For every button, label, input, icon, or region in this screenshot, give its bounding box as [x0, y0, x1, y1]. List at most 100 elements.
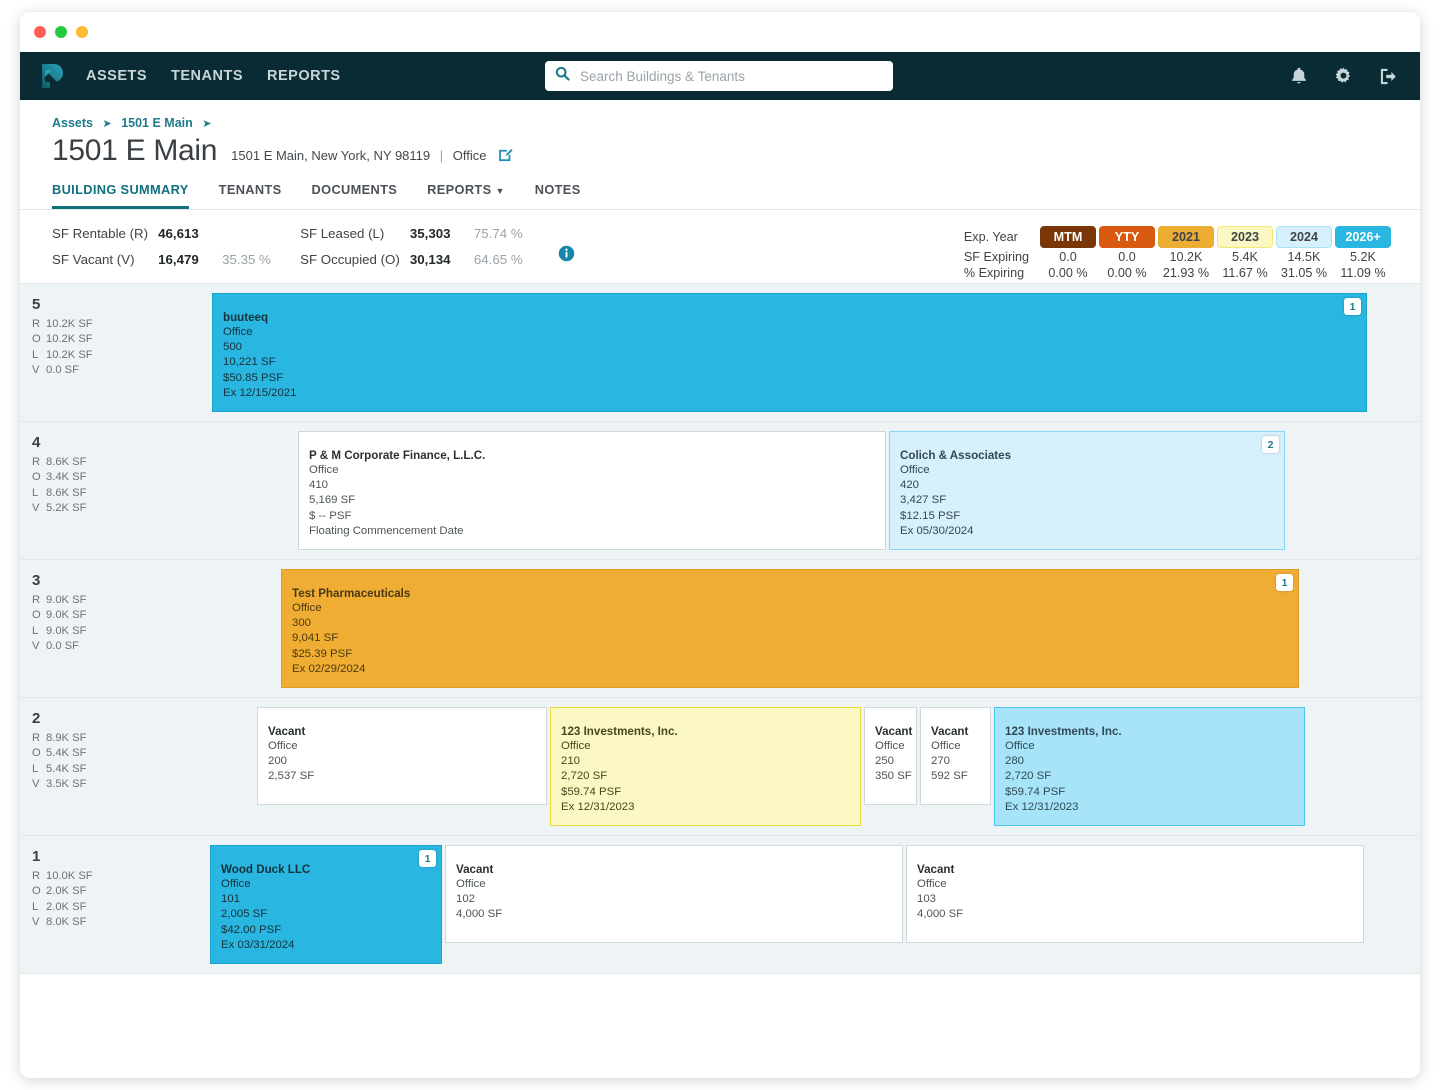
- window-maximize-button[interactable]: [55, 26, 67, 38]
- suite-tile[interactable]: Test Pharmaceuticals Office 300 9,041 SF $25…: [281, 569, 1299, 689]
- nav-link-assets[interactable]: ASSETS: [86, 68, 147, 84]
- suite-count-badge: 2: [1262, 436, 1279, 454]
- expiry-row-label-pct-expiring: % Expiring: [963, 266, 1025, 280]
- p-logo-icon[interactable]: [38, 61, 68, 91]
- stacking-plan: 5 R 10.2K SF O 10.2K SF L 10.2K SF V 0.0 SF buute…: [20, 284, 1420, 975]
- expiry-row-label-sf-expiring: SF Expiring: [963, 250, 1029, 264]
- nav-link-reports[interactable]: REPORTS: [267, 68, 341, 84]
- suite-type: Office: [456, 878, 486, 891]
- tab-tenants[interactable]: TENANTS: [219, 182, 282, 209]
- suite-rent-psf: $ -- PSF: [309, 509, 352, 522]
- expiry-chip-2024[interactable]: 2024: [1276, 226, 1332, 248]
- floor-stat-key: V: [32, 916, 40, 929]
- nav-icon-group: [1290, 67, 1398, 86]
- search-box[interactable]: [545, 61, 893, 91]
- suite-number: 280: [1005, 755, 1025, 768]
- expiry-sf-yty: 0.0: [1118, 250, 1136, 264]
- expiry-chip-2026plus[interactable]: 2026+: [1335, 226, 1391, 248]
- expiry-row-sf: SF Expiring 0.0 0.0 10.2K 5.4K 14.5K 5.2…: [964, 250, 1391, 264]
- tab-notes[interactable]: NOTES: [535, 182, 581, 209]
- suite-expiration: Ex 12/31/2023: [1005, 800, 1079, 813]
- suite-type: Office: [292, 602, 322, 615]
- search-input[interactable]: [578, 67, 883, 85]
- metric-label-sf-occupied: SF Occupied (O): [300, 252, 400, 267]
- bell-icon[interactable]: [1290, 67, 1308, 86]
- tab-label: NOTES: [534, 182, 581, 197]
- app-window: ASSETS TENANTS REPORTS Search Buildings …: [20, 12, 1420, 1078]
- suite-rent-psf: $42.00 PSF: [221, 923, 282, 936]
- suite-tile[interactable]: Wood Duck LLC Office 101 2,005 SF $42.00 PSF…: [210, 845, 442, 965]
- suite-count-badge: 1: [1344, 298, 1361, 315]
- suite-expiration: Ex 02/29/2024: [292, 662, 366, 675]
- suite-tile[interactable]: Vacant Office 102 4,000 SF: [445, 845, 903, 944]
- tab-label: DOCUMENTS: [311, 182, 398, 197]
- nav-link-tenants[interactable]: TENANTS: [171, 68, 243, 84]
- suite-square-feet: 5,169 SF: [309, 494, 356, 507]
- suite-rent-psf: $59.74 PSF: [561, 785, 622, 798]
- suite-tenant-name: Vacant: [931, 725, 969, 739]
- floor-stat-value: 10.2K SF: [46, 333, 93, 346]
- suite-type: Office: [309, 464, 339, 477]
- expiry-chip-2021[interactable]: 2021: [1158, 226, 1214, 248]
- suite-number: 210: [561, 755, 581, 768]
- window-minimize-button[interactable]: [76, 26, 88, 38]
- suite-expiration: Floating Commencement Date: [309, 524, 464, 537]
- suite-tile[interactable]: Vacant Office 250 350 SF: [864, 707, 917, 806]
- edit-icon[interactable]: [498, 148, 513, 165]
- suite-type: Office: [223, 326, 253, 338]
- gear-icon[interactable]: [1334, 67, 1353, 86]
- expiry-sf-2023: 5.4K: [1232, 250, 1258, 264]
- info-icon[interactable]: [558, 245, 575, 267]
- floor-units: Test Pharmaceuticals Office 300 9,041 SF $25…: [185, 560, 1420, 697]
- building-subtitle: 1501 E Main, New York, NY 98119 | Office: [231, 145, 513, 163]
- tab-documents[interactable]: DOCUMENTS: [312, 182, 398, 209]
- suite-tile[interactable]: Vacant Office 103 4,000 SF: [906, 845, 1364, 944]
- metric-value-sf-leased: 35,303: [409, 226, 451, 241]
- expiry-pct-mtm: 0.00 %: [1048, 266, 1088, 280]
- building-address: 1501 E Main, New York, NY 98119: [231, 148, 431, 163]
- suite-square-feet: 10,221 SF: [223, 356, 276, 369]
- breadcrumb-item-assets[interactable]: Assets: [52, 116, 93, 130]
- suite-tenant-name: P & M Corporate Finance, L.L.C.: [309, 449, 486, 463]
- floor-stat: O 9.0K SF: [32, 608, 185, 623]
- suite-number: 102: [456, 893, 476, 906]
- breadcrumb-item-building[interactable]: 1501 E Main: [121, 116, 193, 130]
- expiry-chip-2023[interactable]: 2023: [1217, 226, 1273, 248]
- suite-tile[interactable]: Vacant Office 200 2,537 SF: [257, 707, 547, 806]
- suite-number: 500: [223, 341, 243, 354]
- suite-type: Office: [268, 740, 298, 753]
- suite-tenant-name: Colich & Associates: [900, 449, 1012, 463]
- suite-tile[interactable]: Vacant Office 270 592 SF: [920, 707, 991, 806]
- expiry-chip-yty[interactable]: YTY: [1099, 226, 1155, 248]
- suite-expiration: Ex 12/15/2021: [223, 386, 297, 399]
- logout-icon[interactable]: [1379, 67, 1398, 85]
- suite-tile[interactable]: 123 Investments, Inc. Office 210 2,720 SF $5…: [550, 707, 861, 827]
- floor-stat-value: 9.0K SF: [46, 594, 87, 607]
- suite-tenant-name: Test Pharmaceuticals: [292, 587, 411, 601]
- suite-square-feet: 3,427 SF: [900, 494, 947, 507]
- page-title: 1501 E Main: [52, 134, 218, 167]
- floor-stat-key: R: [32, 594, 41, 607]
- tab-building-summary[interactable]: BUILDING SUMMARY: [52, 182, 189, 209]
- suite-tile[interactable]: Colich & Associates Office 420 3,427 SF $12.…: [889, 431, 1285, 551]
- floor-stat-value: 3.4K SF: [46, 471, 87, 484]
- expiry-chip-mtm[interactable]: MTM: [1040, 226, 1096, 248]
- suite-tile[interactable]: buuteeq Office 500 10,221 SF $50.85 PSF Ex 12…: [212, 293, 1367, 413]
- suite-square-feet: 4,000 SF: [917, 908, 964, 921]
- window-close-button[interactable]: [34, 26, 46, 38]
- floor-stat-value: 2.0K SF: [46, 885, 87, 898]
- suite-tile[interactable]: 123 Investments, Inc. Office 280 2,720 SF $5…: [994, 707, 1305, 827]
- floor-stat-key: O: [32, 471, 41, 484]
- floor-stat-value: 9.0K SF: [46, 609, 87, 622]
- suite-number: 410: [309, 479, 329, 492]
- floor-stat: L 10.2K SF: [32, 348, 185, 363]
- floor-stat: V 8.0K SF: [32, 915, 185, 930]
- floor-stat: L 9.0K SF: [32, 624, 185, 639]
- tab-reports[interactable]: REPORTS ▼: [427, 182, 505, 209]
- suite-tile[interactable]: P & M Corporate Finance, L.L.C. Office 410…: [298, 431, 886, 551]
- metrics-grid: SF Rentable (R) 46,613 SF Leased (L) 35,…: [52, 226, 552, 267]
- suite-count-badge: 1: [1276, 574, 1293, 592]
- expiry-sf-2021: 10.2K: [1169, 250, 1203, 264]
- floor-info: 5 R 10.2K SF O 10.2K SF L 10.2K SF V 0.0 SF: [20, 284, 185, 421]
- breadcrumb-separator-icon: ➤: [202, 118, 212, 130]
